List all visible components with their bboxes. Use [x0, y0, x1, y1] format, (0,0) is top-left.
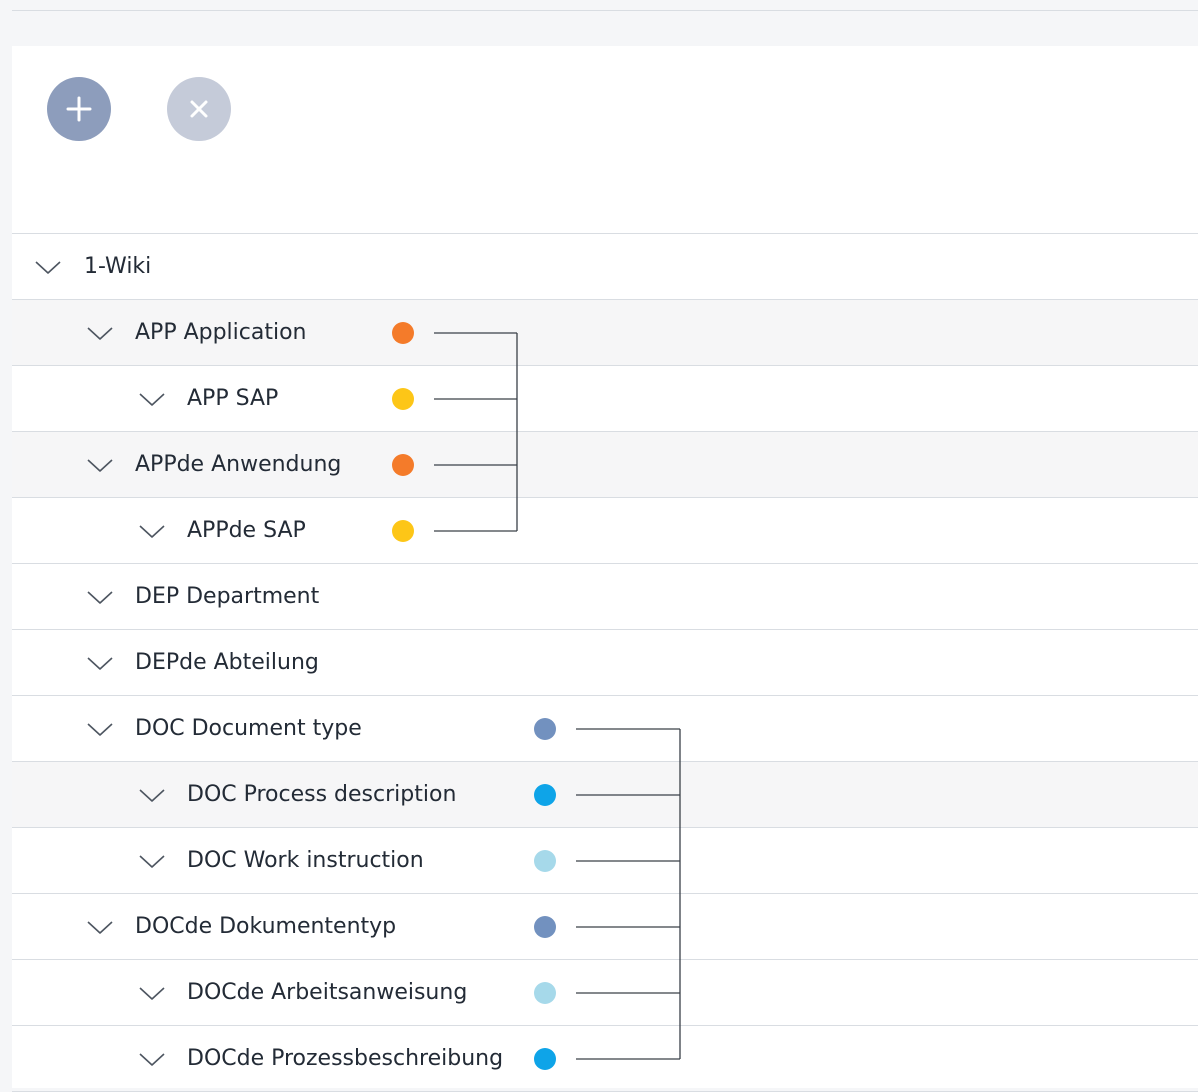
tree-node-label: APP Application — [135, 320, 307, 345]
tree-row[interactable]: 1-Wiki — [12, 234, 1198, 300]
tree-row[interactable]: DEP Department — [12, 564, 1198, 630]
chevron-down-icon[interactable] — [138, 984, 166, 1002]
chevron-down-icon[interactable] — [138, 522, 166, 540]
color-dot-icon — [534, 982, 556, 1004]
chevron-down-icon[interactable] — [34, 258, 62, 276]
tree-row[interactable]: DOCde Dokumententyp — [12, 894, 1198, 960]
plus-icon — [66, 96, 92, 122]
tree-row[interactable]: DOCde Arbeitsanweisung — [12, 960, 1198, 1026]
color-dot-icon — [534, 916, 556, 938]
chevron-down-icon[interactable] — [86, 588, 114, 606]
chevron-down-icon[interactable] — [138, 786, 166, 804]
tree-row[interactable]: APPde Anwendung — [12, 432, 1198, 498]
tree-node-label: DOCde Arbeitsanweisung — [187, 980, 468, 1005]
tree-row[interactable]: DOC Process description — [12, 762, 1198, 828]
tree-row[interactable]: DOCde Prozessbeschreibung — [12, 1026, 1198, 1092]
chevron-down-icon[interactable] — [86, 456, 114, 474]
tree-node-label: DOC Work instruction — [187, 848, 424, 873]
color-dot-icon — [534, 1048, 556, 1070]
color-dot-icon — [392, 454, 414, 476]
color-dot-icon — [392, 520, 414, 542]
color-dot-icon — [534, 850, 556, 872]
chevron-down-icon[interactable] — [138, 390, 166, 408]
tree-node-label: APPde Anwendung — [135, 452, 342, 477]
chevron-down-icon[interactable] — [138, 1050, 166, 1068]
tree-row[interactable]: DOC Work instruction — [12, 828, 1198, 894]
chevron-down-icon[interactable] — [86, 324, 114, 342]
chevron-down-icon[interactable] — [86, 720, 114, 738]
tree-row[interactable]: APP Application — [12, 300, 1198, 366]
tree-node-label: DEP Department — [135, 584, 320, 609]
top-divider — [12, 10, 1198, 11]
tree-row[interactable]: DOC Document type — [12, 696, 1198, 762]
tree-row[interactable]: APP SAP — [12, 366, 1198, 432]
tree-node-label: APPde SAP — [187, 518, 306, 543]
tree-row[interactable]: APPde SAP — [12, 498, 1198, 564]
close-icon — [190, 100, 208, 118]
chevron-down-icon[interactable] — [138, 852, 166, 870]
tree-node-label: DOC Process description — [187, 782, 457, 807]
tag-tree: 1-Wiki APP Application APP SAP APPde Anwend… — [12, 233, 1198, 1092]
tree-node-label: APP SAP — [187, 386, 279, 411]
remove-button[interactable] — [167, 77, 231, 141]
tree-node-label: 1-Wiki — [84, 254, 152, 279]
tree-panel: 1-Wiki APP Application APP SAP APPde Anwend… — [12, 46, 1198, 1092]
color-dot-icon — [392, 388, 414, 410]
color-dot-icon — [534, 784, 556, 806]
tree-node-label: DOC Document type — [135, 716, 362, 741]
tree-node-label: DOCde Prozessbeschreibung — [187, 1046, 504, 1071]
tree-row[interactable]: DEPde Abteilung — [12, 630, 1198, 696]
add-button[interactable] — [47, 77, 111, 141]
color-dot-icon — [392, 322, 414, 344]
color-dot-icon — [534, 718, 556, 740]
chevron-down-icon[interactable] — [86, 654, 114, 672]
tree-node-label: DEPde Abteilung — [135, 650, 319, 675]
chevron-down-icon[interactable] — [86, 918, 114, 936]
tree-node-label: DOCde Dokumententyp — [135, 914, 397, 939]
